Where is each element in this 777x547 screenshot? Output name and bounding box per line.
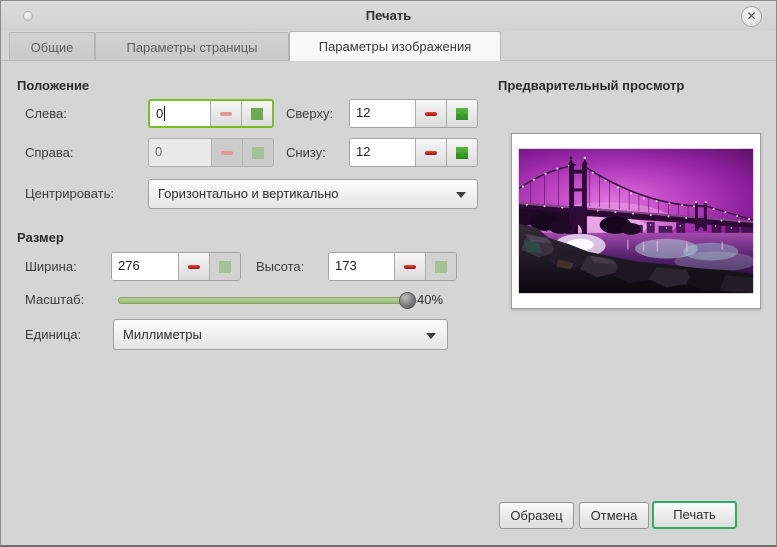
tab-general[interactable]: Общие [9,32,95,61]
bridge-night-photo [519,149,753,293]
top-spinbox[interactable]: 12 [349,99,478,128]
height-decrement-button[interactable] [394,253,425,280]
text-caret [164,106,166,121]
center-dropdown-value: Горизонтально и вертикально [158,186,339,201]
width-increment-button [209,253,240,280]
plus-icon [219,260,231,273]
tab-image-settings[interactable]: Параметры изображения [289,31,501,61]
scale-slider-track[interactable] [118,297,415,304]
preview-paper [511,133,761,309]
height-spinbox[interactable]: 173 [328,252,457,281]
scale-label: Масштаб: [25,292,85,307]
scale-value: 40% [417,292,444,307]
minus-icon [221,150,233,155]
top-increment-button[interactable] [446,100,477,127]
print-button[interactable]: Печать [652,501,737,529]
height-increment-button [425,253,456,280]
bottom-label: Снизу: [286,145,326,160]
plus-icon [252,146,264,159]
top-decrement-button[interactable] [415,100,446,127]
print-dialog: Печать ✕ Общие Параметры страницы Параме… [0,0,777,547]
plus-icon [435,260,447,273]
plus-icon [251,107,263,120]
preview-heading: Предварительный просмотр [498,78,685,93]
height-label: Высота: [256,259,305,274]
minus-icon [188,264,200,269]
width-input[interactable]: 276 [112,253,178,280]
center-label: Центрировать: [25,186,114,201]
window-title: Печать [365,8,412,23]
minus-icon [220,111,232,116]
scale-slider-knob[interactable] [399,292,416,309]
bottom-input[interactable]: 12 [350,139,415,166]
right-spinbox: 0 [148,138,274,167]
right-decrement-button [211,139,242,166]
bottom-decrement-button[interactable] [415,139,446,166]
tab-page-settings[interactable]: Параметры страницы [95,32,289,61]
preview-photo [518,148,754,294]
bottom-increment-button[interactable] [446,139,477,166]
close-icon[interactable]: ✕ [741,6,762,27]
position-heading: Положение [17,78,90,93]
right-input: 0 [149,139,211,166]
minus-icon [425,111,437,116]
chevron-down-icon [456,192,466,198]
unit-dropdown[interactable]: Миллиметры [113,319,448,350]
width-spinbox[interactable]: 276 [111,252,241,281]
unit-dropdown-value: Миллиметры [123,327,202,342]
height-input[interactable]: 173 [329,253,394,280]
sample-button[interactable]: Образец [499,502,574,529]
top-input[interactable]: 12 [350,100,415,127]
left-input[interactable]: 0 [150,101,210,126]
width-label: Ширина: [25,259,77,274]
unit-label: Единица: [25,327,82,342]
width-decrement-button[interactable] [178,253,209,280]
plus-icon [456,107,468,120]
size-heading: Размер [17,230,64,245]
left-decrement-button[interactable] [210,101,241,126]
bottom-spinbox[interactable]: 12 [349,138,478,167]
chevron-down-icon [426,332,436,339]
right-increment-button [242,139,273,166]
left-increment-button[interactable] [241,101,272,126]
right-label: Справа: [25,145,74,160]
tab-bar: Общие Параметры страницы Параметры изобр… [1,31,776,61]
titlebar[interactable]: Печать ✕ [1,1,776,31]
plus-icon [456,146,468,159]
cancel-button[interactable]: Отмена [579,502,649,529]
left-spinbox[interactable]: 0 [148,99,274,128]
minus-icon [404,264,416,269]
top-label: Сверху: [286,106,334,121]
minus-icon [425,150,437,155]
center-dropdown[interactable]: Горизонтально и вертикально [148,179,478,209]
left-label: Слева: [25,106,67,121]
